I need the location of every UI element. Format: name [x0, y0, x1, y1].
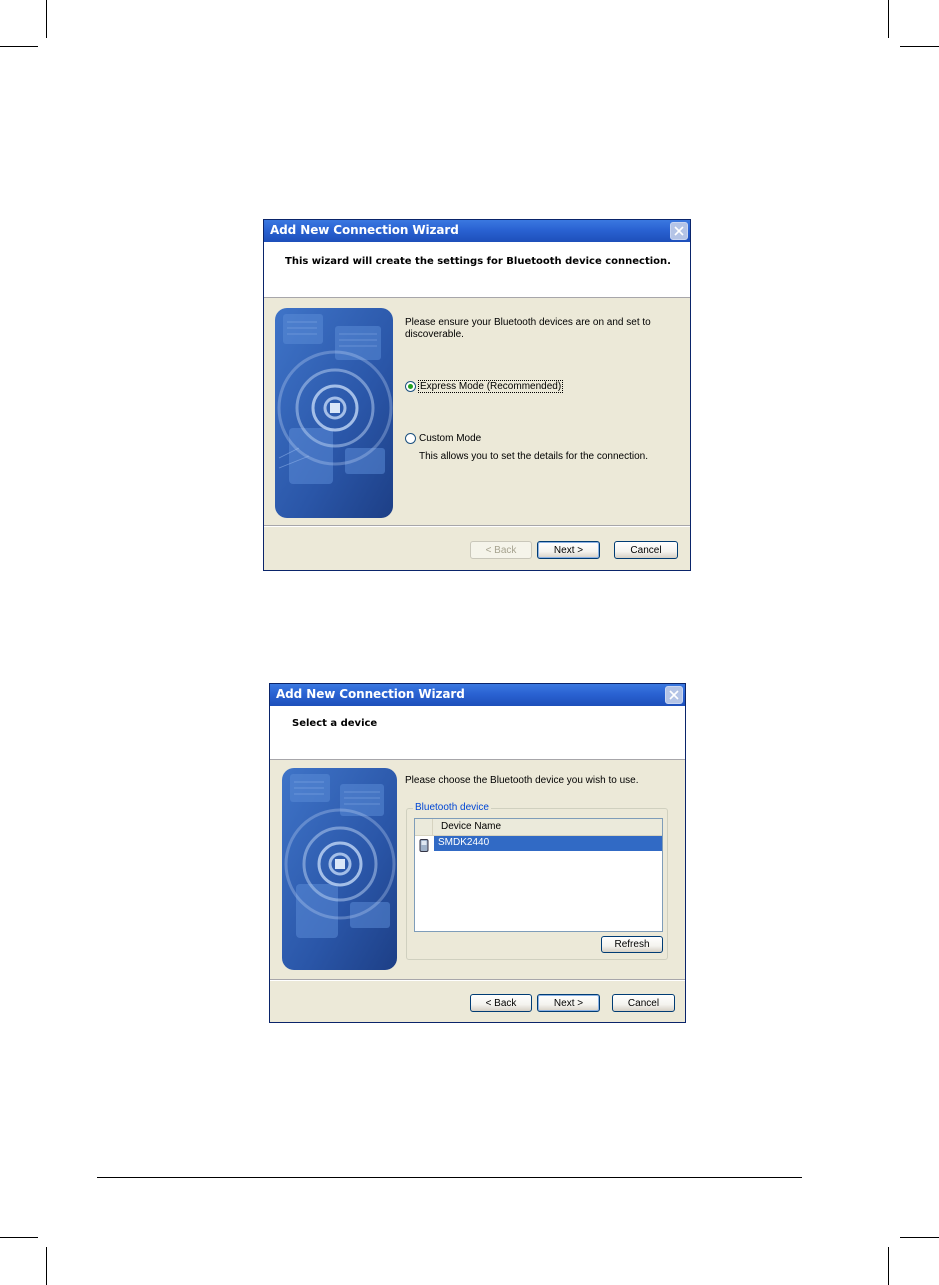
window-title: Add New Connection Wizard [276, 687, 465, 701]
close-icon [669, 690, 679, 700]
crop-mark-top-right-horizontal [900, 46, 939, 47]
intro-line-2: discoverable. [405, 329, 464, 340]
title-bar[interactable]: Add New Connection Wizard [264, 220, 690, 242]
footer-separator [270, 979, 685, 981]
cancel-button[interactable]: Cancel [612, 994, 675, 1012]
crop-mark-top-left-horizontal [0, 46, 38, 47]
instruction-text: Please choose the Bluetooth device you w… [405, 775, 639, 786]
custom-mode-description: This allows you to set the details for t… [419, 451, 649, 462]
icon-column-header[interactable] [415, 819, 433, 835]
custom-mode-option[interactable]: Custom Mode [405, 433, 481, 444]
express-mode-radio[interactable] [405, 381, 416, 392]
intro-line-1: Please ensure your Bluetooth devices are… [405, 317, 651, 328]
crop-mark-bottom-left-vertical [46, 1247, 47, 1285]
window-title: Add New Connection Wizard [270, 223, 459, 237]
wizard-dialog-mode-select: Add New Connection Wizard This wizard wi… [263, 219, 691, 571]
wizard-heading: This wizard will create the settings for… [285, 256, 671, 267]
radio-selected-dot [408, 384, 413, 389]
crop-mark-bottom-right-vertical [888, 1247, 889, 1285]
device-name-column-header[interactable]: Device Name [441, 821, 501, 832]
close-icon [674, 226, 684, 236]
close-button[interactable] [670, 222, 688, 240]
device-name: SMDK2440 [438, 837, 490, 848]
wizard-dialog-device-select: Add New Connection Wizard Select a devic… [269, 683, 686, 1023]
next-button[interactable]: Next > [537, 994, 600, 1012]
bluetooth-wizard-artwork [275, 308, 393, 518]
crop-mark-bottom-right-horizontal [900, 1237, 939, 1238]
intro-text: Please ensure your Bluetooth devices are… [405, 317, 675, 341]
back-button[interactable]: < Back [470, 541, 532, 559]
custom-mode-label: Custom Mode [419, 433, 482, 444]
device-list-item[interactable]: SMDK2440 [415, 836, 662, 852]
crop-mark-bottom-left-horizontal [0, 1237, 38, 1238]
close-button[interactable] [665, 686, 683, 704]
bluetooth-wizard-artwork [282, 768, 397, 970]
back-button[interactable]: < Back [470, 994, 532, 1012]
wizard-header: Select a device [270, 706, 685, 760]
title-bar[interactable]: Add New Connection Wizard [270, 684, 685, 706]
wizard-header: This wizard will create the settings for… [264, 242, 690, 298]
wizard-heading: Select a device [292, 718, 378, 729]
bluetooth-device-group-label: Bluetooth device [413, 802, 491, 813]
phone-device-icon [419, 837, 429, 856]
footer-rule [97, 1177, 802, 1178]
crop-mark-top-left-vertical [46, 0, 47, 38]
custom-mode-radio[interactable] [405, 433, 416, 444]
cancel-button[interactable]: Cancel [614, 541, 678, 559]
next-button[interactable]: Next > [537, 541, 600, 559]
express-mode-option[interactable]: Express Mode (Recommended) [405, 380, 564, 393]
express-mode-label: Express Mode (Recommended) [417, 380, 564, 393]
device-list-header: Device Name [415, 819, 662, 836]
footer-separator [264, 525, 690, 527]
device-list[interactable]: Device Name SMDK2440 [414, 818, 663, 932]
refresh-button[interactable]: Refresh [601, 936, 663, 953]
crop-mark-top-right-vertical [888, 0, 889, 38]
